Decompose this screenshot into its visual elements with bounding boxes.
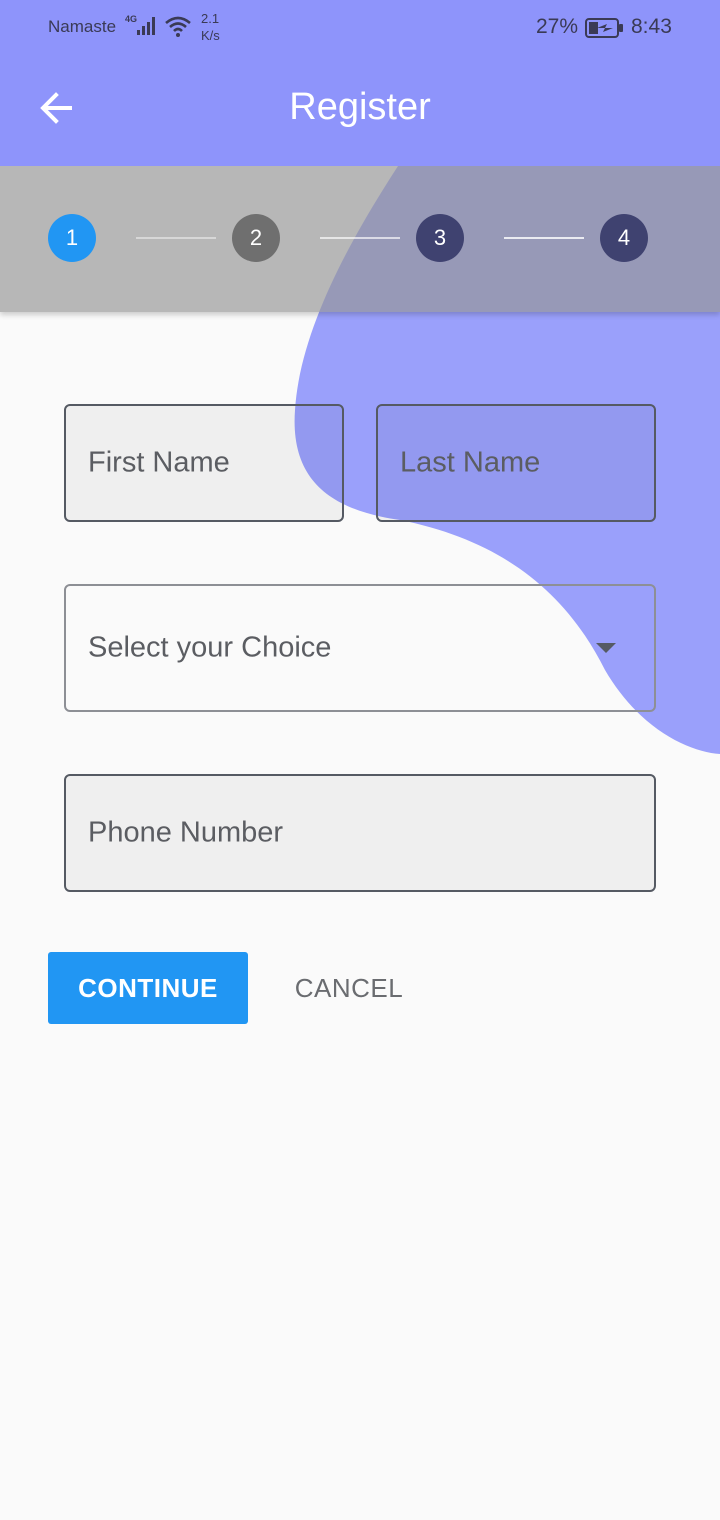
wifi-icon [164,14,192,43]
choice-dropdown[interactable]: Select your Choice [64,584,656,712]
app-bar: Register [0,56,720,166]
choice-placeholder: Select your Choice [88,631,332,664]
last-name-input[interactable]: Last Name [376,404,656,522]
phone-placeholder: Phone Number [88,816,284,849]
step-1[interactable]: 1 [48,214,96,262]
status-bar: Namaste 4G 2.1 K/s 27% 8:43 [0,0,720,56]
battery-percent: 27% [536,15,579,38]
cancel-button[interactable]: CANCEL [272,952,426,1024]
step-connector [136,237,216,239]
network-speed: 2.1 K/s [201,11,220,43]
step-2[interactable]: 2 [232,214,280,262]
page-title: Register [289,86,431,128]
signal-icon [136,16,158,41]
step-connector [504,237,584,239]
first-name-input[interactable]: First Name [64,404,344,522]
step-connector [320,237,400,239]
continue-button[interactable]: CONTINUE [48,952,248,1024]
step-4[interactable]: 4 [600,214,648,262]
carrier-name: Namaste [48,17,117,36]
back-button[interactable] [30,84,82,136]
battery-icon [585,17,625,44]
arrow-left-icon [38,90,74,131]
step-3[interactable]: 3 [416,214,464,262]
stepper: 1 2 3 4 [0,166,720,312]
first-name-placeholder: First Name [88,446,230,479]
phone-number-input[interactable]: Phone Number [64,774,656,892]
clock: 8:43 [631,15,672,38]
dropdown-arrow-icon [596,643,616,653]
last-name-placeholder: Last Name [400,446,541,479]
